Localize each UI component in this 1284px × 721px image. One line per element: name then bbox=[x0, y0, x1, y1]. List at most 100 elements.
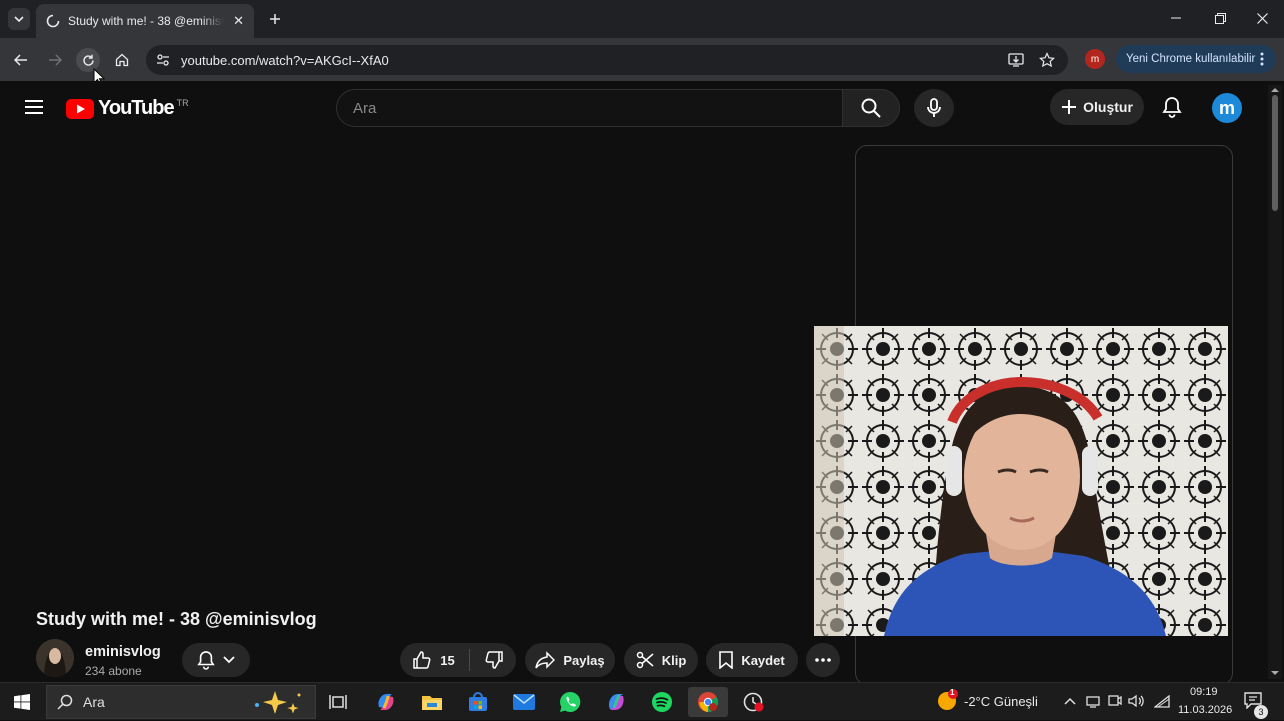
microsoft-365-app[interactable] bbox=[596, 687, 636, 717]
tab-close-icon[interactable]: ✕ bbox=[233, 13, 244, 29]
save-label: Kaydet bbox=[741, 652, 785, 668]
subscriber-count: 234 abone bbox=[85, 664, 142, 678]
office-icon bbox=[608, 694, 624, 710]
notifications-button[interactable] bbox=[1158, 93, 1186, 121]
chrome-update-button[interactable]: Yeni Chrome kullanılabilir bbox=[1116, 45, 1276, 73]
forward-button[interactable] bbox=[43, 48, 67, 72]
copilot-icon bbox=[378, 694, 394, 710]
thumbs-down-icon[interactable] bbox=[484, 650, 504, 670]
mail-icon bbox=[513, 694, 535, 710]
channel-name[interactable]: eminisvlog bbox=[85, 644, 161, 660]
home-button[interactable] bbox=[110, 48, 134, 72]
chevron-down-icon bbox=[223, 656, 235, 664]
weather-sun-icon[interactable] bbox=[936, 688, 960, 712]
task-view-icon bbox=[329, 695, 347, 709]
country-code: TR bbox=[176, 97, 189, 108]
chevron-up-icon[interactable] bbox=[1064, 697, 1076, 705]
folder-icon bbox=[422, 696, 442, 710]
hamburger-menu-icon[interactable] bbox=[24, 99, 44, 115]
share-button[interactable]: Paylaş bbox=[525, 643, 615, 677]
restore-button[interactable] bbox=[1198, 0, 1242, 36]
tab-title: Study with me! - 38 @eminisvlog bbox=[68, 14, 224, 28]
store-icon bbox=[469, 692, 487, 711]
tab-strip: Study with me! - 38 @eminisvlog ✕ bbox=[0, 0, 1284, 38]
arrow-left-icon bbox=[14, 54, 27, 66]
url-text: youtube.com/watch?v=AKGcI--XfA0 bbox=[181, 52, 389, 68]
file-explorer-app[interactable] bbox=[412, 687, 452, 717]
home-icon bbox=[115, 53, 129, 67]
more-vert-icon bbox=[1260, 52, 1264, 66]
subscription-bell-button[interactable] bbox=[182, 643, 250, 677]
bell-icon bbox=[197, 651, 215, 670]
whatsapp-app[interactable] bbox=[550, 687, 590, 717]
loading-spinner-icon bbox=[46, 14, 60, 28]
wifi-icon[interactable] bbox=[1154, 695, 1170, 708]
spotify-icon bbox=[652, 692, 672, 712]
clip-button[interactable]: Klip bbox=[624, 643, 698, 677]
bookmark-icon bbox=[719, 651, 734, 669]
plus-icon bbox=[1062, 100, 1077, 114]
tab-search-button[interactable] bbox=[8, 8, 30, 30]
taskbar-search[interactable]: Ara bbox=[46, 685, 316, 719]
volume-icon[interactable] bbox=[1128, 694, 1144, 708]
new-tab-button[interactable] bbox=[264, 8, 286, 30]
clock-date[interactable]: 11.03.2026 bbox=[1178, 704, 1232, 716]
address-bar[interactable]: youtube.com/watch?v=AKGcI--XfA0 bbox=[146, 45, 1068, 75]
back-button[interactable] bbox=[9, 48, 33, 72]
bell-icon bbox=[1162, 97, 1182, 118]
microsoft-store-app[interactable] bbox=[458, 687, 498, 717]
scroll-up-icon[interactable] bbox=[1271, 87, 1279, 92]
microphone-icon bbox=[927, 98, 941, 117]
more-horiz-icon bbox=[815, 658, 831, 662]
sparkle-icon bbox=[255, 691, 301, 714]
like-divider bbox=[468, 649, 470, 671]
meet-now-icon[interactable] bbox=[1108, 694, 1122, 708]
more-actions-button[interactable] bbox=[806, 643, 840, 677]
thumbs-up-icon[interactable] bbox=[412, 650, 432, 670]
voice-search-button[interactable] bbox=[914, 89, 954, 127]
device-icon[interactable] bbox=[1086, 694, 1100, 708]
copilot-app[interactable] bbox=[366, 687, 406, 717]
scrollbar-thumb[interactable] bbox=[1272, 95, 1278, 211]
webcam-overlay bbox=[814, 326, 1228, 636]
like-count[interactable]: 15 bbox=[440, 653, 454, 668]
whatsapp-icon bbox=[560, 691, 581, 712]
search-button[interactable] bbox=[842, 89, 900, 127]
clock-app[interactable] bbox=[734, 687, 774, 717]
notification-badge: 3 bbox=[1254, 705, 1268, 719]
spotify-app[interactable] bbox=[642, 687, 682, 717]
scroll-down-icon[interactable] bbox=[1271, 671, 1279, 676]
minimize-button[interactable] bbox=[1154, 0, 1198, 36]
site-settings-icon[interactable] bbox=[156, 53, 170, 67]
install-app-icon[interactable] bbox=[1008, 52, 1024, 68]
chrome-profile-avatar[interactable]: m bbox=[1085, 49, 1105, 69]
search-box[interactable] bbox=[336, 89, 842, 127]
plus-icon bbox=[270, 14, 280, 24]
chrome-icon bbox=[698, 692, 719, 713]
create-button[interactable]: Oluştur bbox=[1050, 89, 1144, 125]
browser-tab[interactable]: Study with me! - 38 @eminisvlog ✕ bbox=[36, 4, 254, 38]
chrome-app[interactable] bbox=[688, 687, 728, 717]
youtube-logo[interactable]: YouTube TR bbox=[66, 97, 189, 120]
account-avatar[interactable]: m bbox=[1212, 93, 1242, 123]
taskbar: Ara 1 -2°C Güneşli 09:19 11.03.2026 3 bbox=[0, 682, 1284, 720]
start-button[interactable] bbox=[0, 683, 44, 721]
mail-app[interactable] bbox=[504, 687, 544, 717]
search-input[interactable] bbox=[353, 99, 813, 117]
clock-time[interactable]: 09:19 bbox=[1190, 686, 1218, 698]
like-dislike-group: 15 bbox=[400, 643, 516, 677]
close-window-button[interactable] bbox=[1240, 0, 1284, 36]
minimize-icon bbox=[1171, 17, 1181, 19]
close-icon bbox=[1256, 12, 1268, 24]
clock-record-icon bbox=[743, 692, 764, 712]
save-button[interactable]: Kaydet bbox=[706, 643, 798, 677]
taskview-app[interactable] bbox=[318, 687, 358, 717]
weather-text[interactable]: -2°C Güneşli bbox=[964, 694, 1038, 709]
bookmark-star-icon[interactable] bbox=[1039, 52, 1055, 68]
share-label: Paylaş bbox=[563, 652, 605, 668]
scissors-icon bbox=[636, 651, 654, 669]
taskbar-search-label: Ara bbox=[83, 694, 105, 710]
channel-avatar[interactable] bbox=[36, 639, 74, 677]
video-title: Study with me! - 38 @eminisvlog bbox=[36, 609, 317, 629]
search-icon bbox=[861, 98, 881, 118]
